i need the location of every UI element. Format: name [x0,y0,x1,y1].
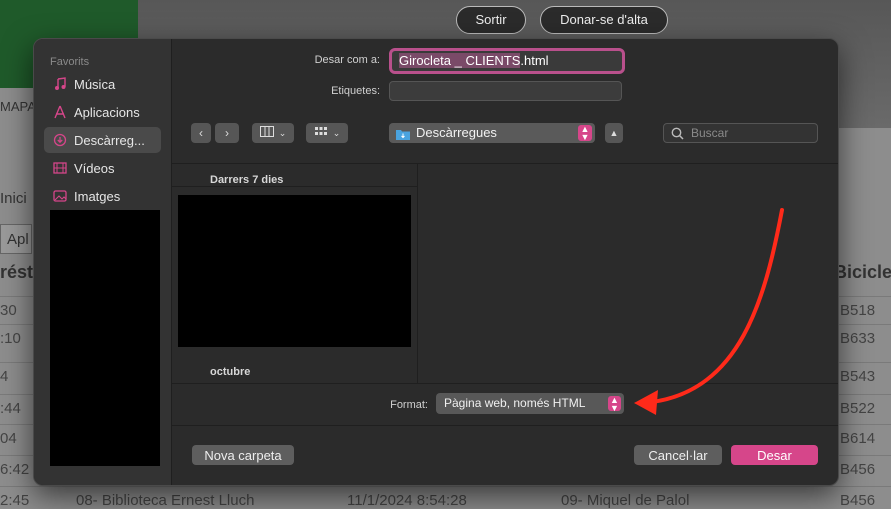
save-dialog: Favorits Música Aplicacions Descàrreg...… [33,38,839,486]
column-view-button[interactable]: ⌄ [252,123,294,143]
save-button[interactable]: Desar [731,445,818,465]
chevron-up-icon: ▲ [609,128,619,138]
download-icon [52,132,68,148]
sidebar-item-downloads[interactable]: Descàrreg... [44,127,161,153]
signup-button[interactable]: Donar-se d'alta [540,6,668,34]
logout-button[interactable]: Sortir [456,6,526,34]
favorites-heading: Favorits [50,56,90,68]
filename-selected-text: Girocleta _ CLIENTS [399,53,521,68]
column-header-bike: Bicicle [834,262,891,282]
columns-icon [259,126,274,140]
chevron-left-icon: ‹ [199,126,203,140]
music-note-icon [52,76,68,92]
search-field[interactable]: Buscar [663,123,818,143]
filename-input[interactable]: Girocleta _ CLIENTS.html [389,48,625,74]
filename-extension: .html [520,53,549,68]
format-label: Format: [390,399,428,411]
sidebar-redacted-area [50,210,160,466]
tags-input[interactable] [389,81,622,101]
home-link[interactable]: Inici [0,190,27,207]
back-button[interactable]: ‹ [191,123,211,143]
file-browser: Darrers 7 dies octubre [172,163,838,384]
chevron-right-icon: › [225,126,229,140]
apply-button[interactable]: Apl [0,224,32,254]
sidebar-item-label: Música [74,76,116,92]
divider [172,186,417,187]
search-placeholder: Buscar [691,126,729,140]
format-value: Pàgina web, només HTML [444,396,586,410]
folder-icon [396,127,410,145]
sidebar-item-label: Aplicacions [74,104,140,120]
map-link[interactable]: MAPA [0,99,36,114]
dialog-sidebar: Favorits Música Aplicacions Descàrreg...… [34,39,172,485]
sidebar-item-music[interactable]: Música [44,71,161,97]
tags-label: Etiquetes: [331,85,380,97]
photo-icon [52,188,68,204]
sidebar-item-label: Vídeos [74,160,115,176]
location-value: Descàrregues [416,125,497,140]
applications-icon [52,104,68,120]
redacted-file-list [178,195,411,347]
sidebar-item-images[interactable]: Imatges [44,183,161,209]
sidebar-item-applications[interactable]: Aplicacions [44,99,161,125]
group-view-button[interactable]: ⌄ [306,123,348,143]
divider [172,425,838,426]
section-october: octubre [210,366,251,378]
location-dropdown[interactable]: Descàrregues ▲ ▼ [389,123,595,143]
format-dropdown[interactable]: Pàgina web, només HTML ▲ ▼ [436,393,624,414]
table-row: 2:45 08- Biblioteca Ernest Lluch 11/1/20… [0,486,891,509]
chevron-down-icon: ⌄ [278,127,287,138]
expand-toggle-button[interactable]: ▲ [605,123,623,143]
chevron-down-icon: ⌄ [332,127,341,138]
sidebar-item-videos[interactable]: Vídeos [44,155,161,181]
updown-chevron-icon: ▲ ▼ [578,125,592,142]
file-column: Darrers 7 dies octubre [172,164,418,384]
divider [172,383,838,384]
search-icon [671,127,684,145]
grid-icon [314,126,328,140]
section-last-7-days: Darrers 7 dies [210,174,284,186]
film-icon [52,160,68,176]
save-as-label: Desar com a: [314,54,380,66]
sidebar-item-label: Descàrreg... [74,132,145,148]
cancel-button[interactable]: Cancel·lar [634,445,722,465]
sidebar-item-label: Imatges [74,188,121,204]
updown-chevron-icon: ▲ ▼ [608,396,621,413]
forward-button[interactable]: › [215,123,239,143]
new-folder-button[interactable]: Nova carpeta [192,445,294,465]
